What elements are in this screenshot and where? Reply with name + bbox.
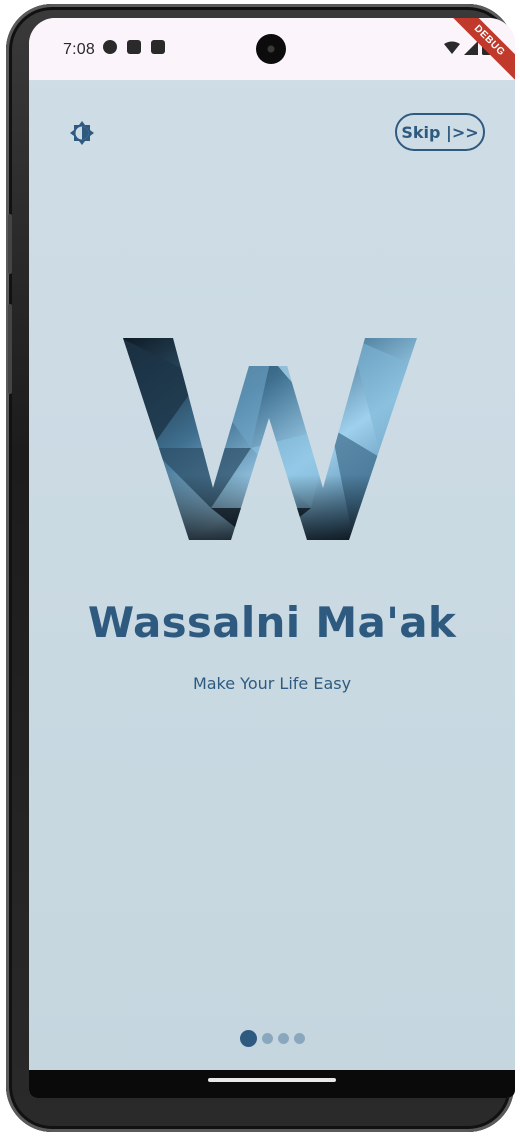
app-logo bbox=[123, 338, 417, 540]
a-icon bbox=[127, 40, 141, 54]
power-button bbox=[8, 304, 12, 394]
page-dot-4[interactable] bbox=[293, 1033, 305, 1044]
home-indicator[interactable] bbox=[208, 1078, 336, 1082]
status-time: 7:08 bbox=[63, 41, 95, 58]
app-screen: 7:08 DEBUG Skip |>> Wassalni Ma'ak Make … bbox=[29, 18, 515, 1098]
wifi-icon bbox=[444, 41, 460, 54]
page-dot-3[interactable] bbox=[277, 1033, 289, 1044]
sd-card-icon bbox=[151, 40, 165, 54]
page-indicator bbox=[29, 1030, 515, 1047]
navigation-bar bbox=[29, 1070, 515, 1098]
volume-button bbox=[8, 214, 12, 274]
shield-icon bbox=[103, 40, 117, 54]
theme-toggle-button[interactable] bbox=[65, 116, 99, 150]
page-dot-2[interactable] bbox=[261, 1033, 273, 1044]
status-bar: 7:08 DEBUG bbox=[29, 18, 515, 90]
app-title: Wassalni Ma'ak bbox=[87, 598, 457, 647]
app-subtitle: Make Your Life Easy bbox=[192, 674, 352, 693]
signal-icon bbox=[464, 40, 478, 55]
status-icons-left bbox=[103, 40, 165, 54]
page-dot-1[interactable] bbox=[239, 1030, 257, 1047]
brightness-icon bbox=[70, 121, 94, 145]
camera-cutout bbox=[256, 34, 286, 64]
skip-button[interactable]: Skip |>> bbox=[395, 113, 485, 151]
